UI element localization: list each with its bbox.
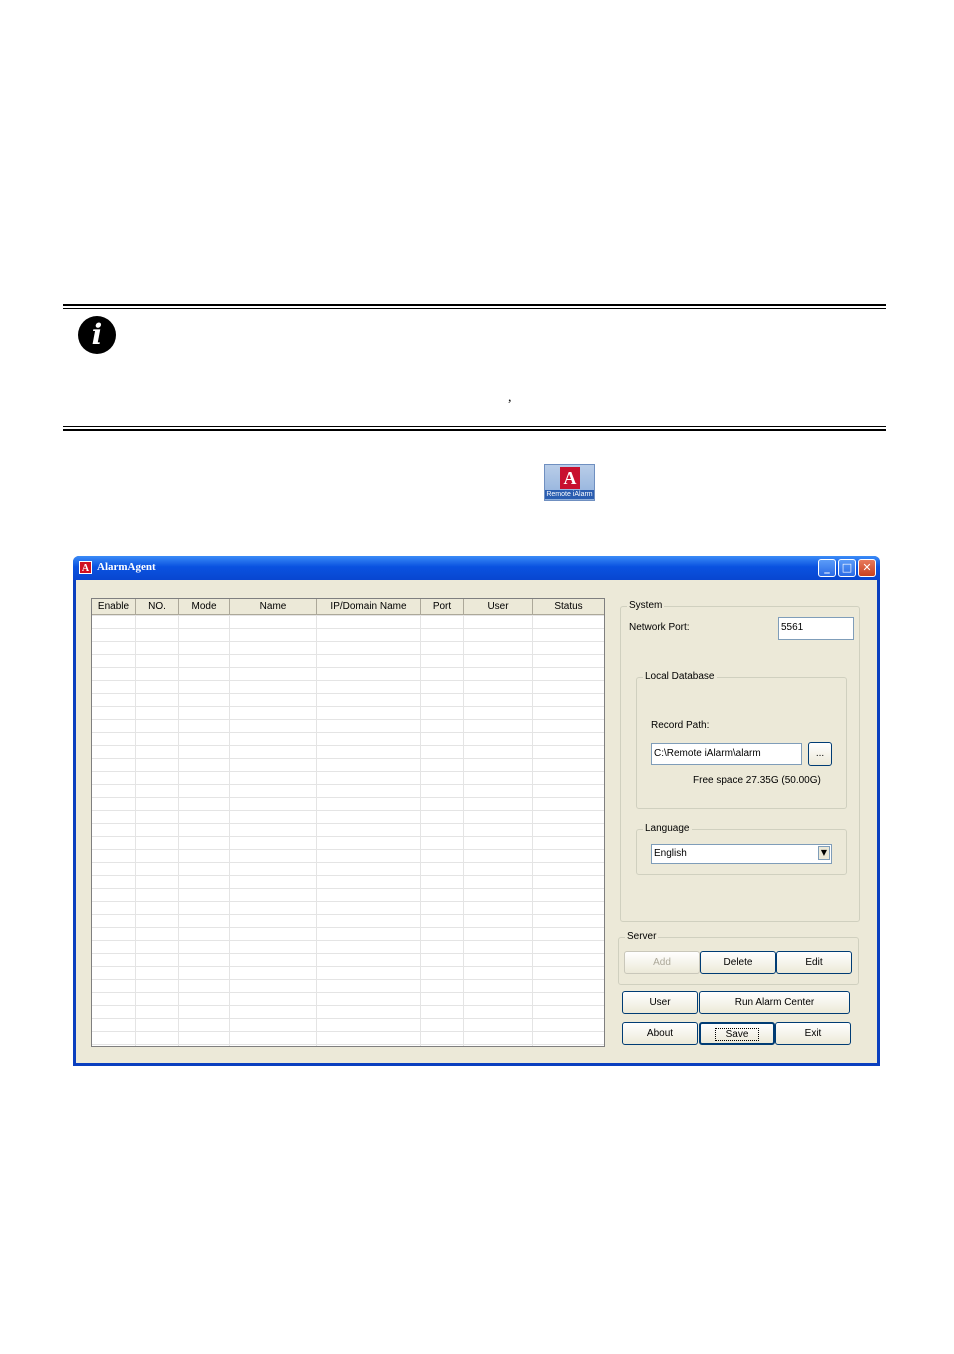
window-title: AlarmAgent — [97, 561, 156, 573]
add-button[interactable]: Add — [624, 951, 700, 974]
browse-button[interactable]: ... — [808, 742, 832, 766]
note-top-rule-thick — [63, 304, 886, 306]
col-divider — [178, 615, 179, 1046]
save-button-label: Save — [714, 1028, 760, 1041]
empty-rows — [92, 615, 604, 1046]
server-group-label: Server — [625, 931, 659, 942]
col-no[interactable]: NO. — [136, 599, 179, 614]
local-database-group: Local Database Record Path: C:\Remote iA… — [636, 671, 847, 809]
window-client-area: Enable NO. Mode Name IP/Domain Name Port… — [76, 580, 877, 1063]
remote-ialarm-shortcut-icon[interactable]: A Remote iAlarm — [544, 464, 595, 501]
language-selected: English — [654, 848, 687, 859]
col-port[interactable]: Port — [421, 599, 464, 614]
edit-button[interactable]: Edit — [776, 951, 852, 974]
alarmagent-window: A AlarmAgent _ □ ✕ Enable NO. Mode Name … — [73, 556, 880, 1066]
server-group: Server Add Delete Edit — [618, 931, 859, 985]
language-label: Language — [643, 823, 692, 834]
note-bottom-rule-thin — [63, 426, 886, 427]
note-top-rule-thin — [63, 308, 886, 309]
maximize-icon: □ — [841, 561, 853, 574]
col-divider — [463, 615, 464, 1046]
system-group: System Network Port: 5561 Local Database… — [620, 600, 860, 922]
note-bottom-rule-thick — [63, 429, 886, 431]
close-button[interactable]: ✕ — [858, 559, 876, 577]
run-alarm-center-button[interactable]: Run Alarm Center — [699, 991, 850, 1014]
alarm-logo-icon: A — [560, 467, 580, 489]
minimize-button[interactable]: _ — [818, 559, 836, 577]
server-list[interactable]: Enable NO. Mode Name IP/Domain Name Port… — [91, 598, 605, 1047]
user-button[interactable]: User — [622, 991, 698, 1014]
network-port-input[interactable]: 5561 — [778, 617, 854, 640]
col-status[interactable]: Status — [533, 599, 604, 614]
local-database-label: Local Database — [643, 671, 717, 682]
col-ip-domain[interactable]: IP/Domain Name — [317, 599, 421, 614]
language-select[interactable]: English ▼ — [651, 844, 832, 864]
minimize-icon: _ — [824, 561, 830, 574]
col-divider — [420, 615, 421, 1046]
col-divider — [229, 615, 230, 1046]
col-divider — [135, 615, 136, 1046]
chevron-down-icon[interactable]: ▼ — [818, 846, 830, 860]
app-icon: A — [79, 561, 92, 574]
col-divider — [532, 615, 533, 1046]
language-group: Language English ▼ — [636, 823, 847, 875]
exit-button[interactable]: Exit — [775, 1022, 851, 1045]
info-icon: i — [78, 316, 116, 354]
col-name[interactable]: Name — [230, 599, 317, 614]
col-divider — [316, 615, 317, 1046]
list-header: Enable NO. Mode Name IP/Domain Name Port… — [92, 599, 604, 615]
record-path-label: Record Path: — [651, 720, 710, 731]
col-enable[interactable]: Enable — [92, 599, 136, 614]
title-bar[interactable]: A AlarmAgent _ □ ✕ — [73, 556, 880, 580]
maximize-button[interactable]: □ — [838, 559, 856, 577]
free-space-text: Free space 27.35G (50.00G) — [693, 775, 821, 786]
about-button[interactable]: About — [622, 1022, 698, 1045]
save-button[interactable]: Save — [699, 1022, 775, 1045]
system-group-label: System — [627, 600, 665, 611]
close-icon: ✕ — [862, 561, 872, 574]
note-text-comma: , — [508, 390, 512, 405]
record-path-input[interactable]: C:\Remote iAlarm\alarm — [651, 743, 802, 765]
network-port-label: Network Port: — [629, 622, 690, 633]
delete-button[interactable]: Delete — [700, 951, 776, 974]
col-mode[interactable]: Mode — [179, 599, 230, 614]
shortcut-caption: Remote iAlarm — [545, 490, 594, 499]
col-user[interactable]: User — [464, 599, 533, 614]
